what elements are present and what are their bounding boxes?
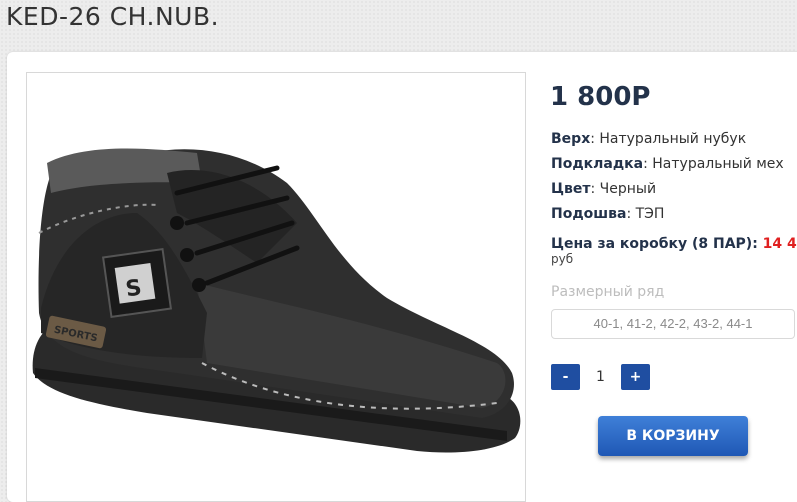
box-price: Цена за коробку (8 ПАР): 14 400 bbox=[551, 236, 797, 252]
quantity-value[interactable]: 1 bbox=[588, 364, 613, 390]
add-to-cart-button[interactable]: В КОРЗИНУ bbox=[598, 416, 748, 456]
spec-upper: Верх: Натуральный нубук bbox=[551, 131, 747, 147]
spec-sole: Подошва: ТЭП bbox=[551, 206, 665, 222]
size-range-field[interactable]: 40-1, 41-2, 42-2, 43-2, 44-1 bbox=[551, 309, 795, 339]
box-price-value: 14 400 bbox=[762, 236, 797, 252]
spec-lining: Подкладка: Натуральный мех bbox=[551, 156, 784, 172]
currency-label: руб bbox=[551, 252, 574, 266]
quantity-decrease-button[interactable]: - bbox=[551, 364, 580, 390]
spec-color: Цвет: Черный bbox=[551, 181, 657, 197]
shoe-image: S SPORTS bbox=[32, 148, 521, 453]
product-title: KED-26 CH.NUB. bbox=[6, 2, 220, 31]
quantity-increase-button[interactable]: + bbox=[621, 364, 650, 390]
product-photo[interactable]: S SPORTS bbox=[26, 72, 526, 502]
product-price: 1 800Р bbox=[550, 82, 651, 112]
size-range-label: Размерный ряд bbox=[551, 284, 665, 300]
